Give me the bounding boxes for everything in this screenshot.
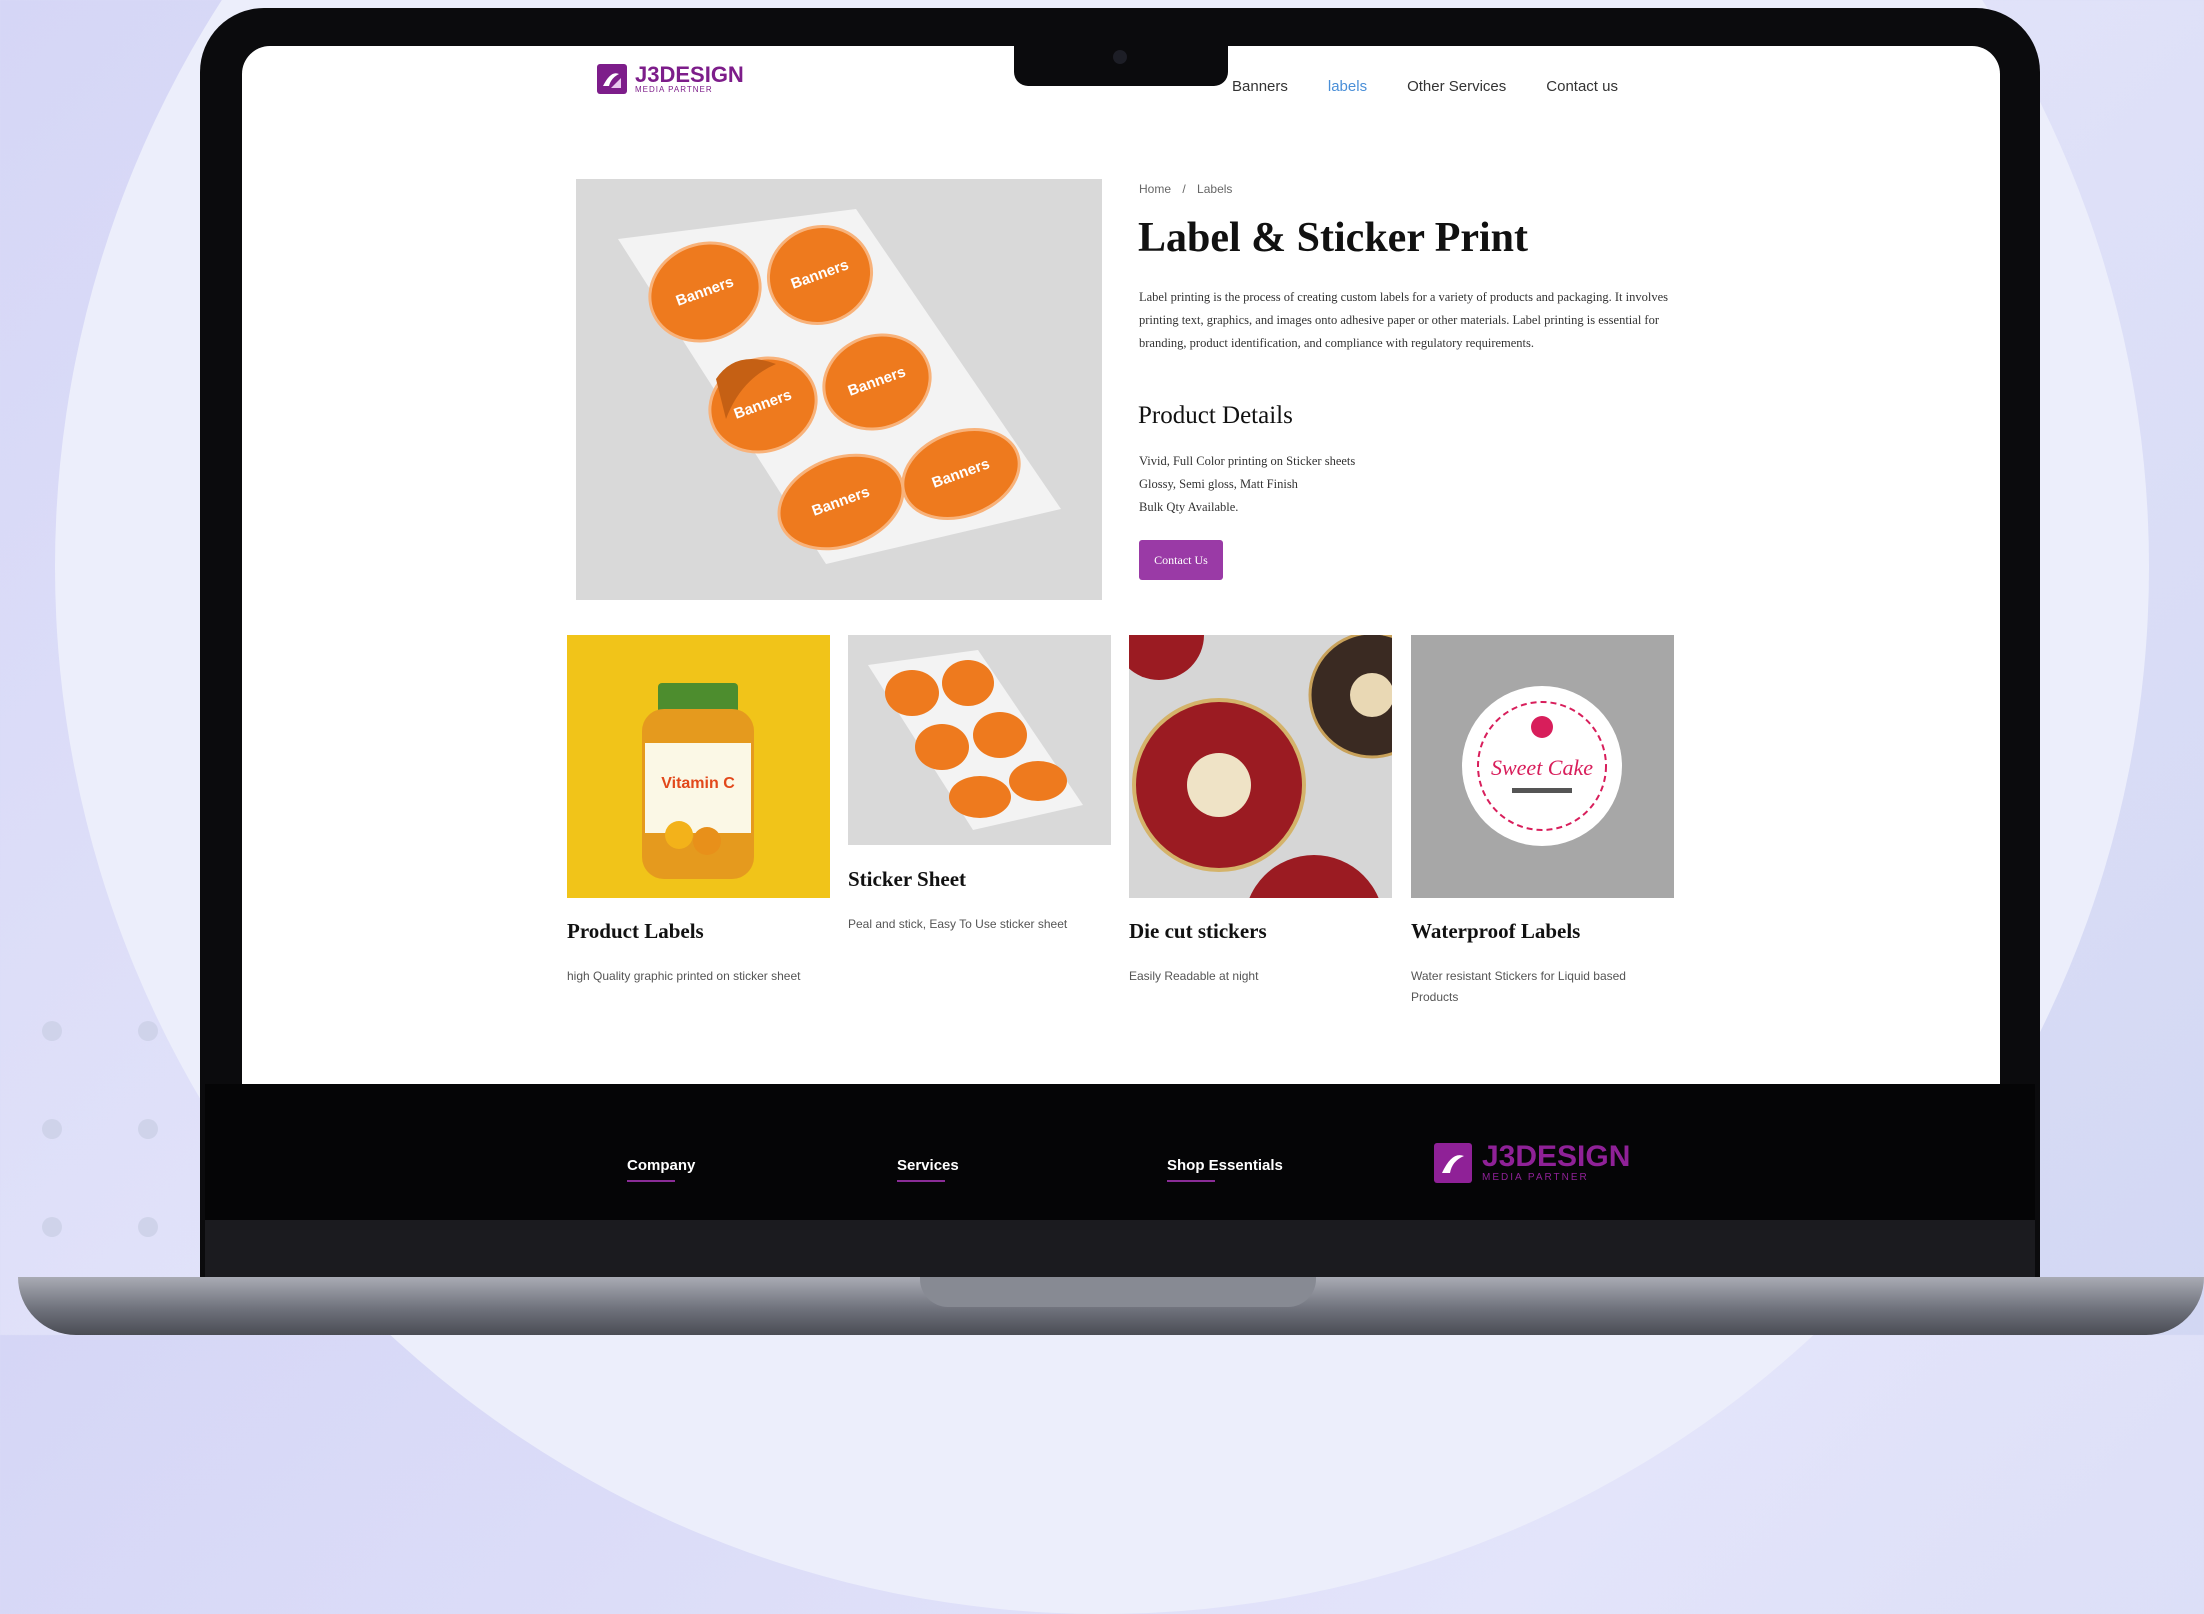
laptop-screen: J3DESIGN MEDIA PARTNER Banners labels Ot… (242, 46, 2000, 1084)
sticker-sheet-image[interactable] (848, 635, 1111, 845)
nav-item-labels[interactable]: labels (1328, 78, 1367, 95)
footer-logo[interactable]: J3DESIGN MEDIA PARTNER (1434, 1142, 1630, 1183)
card-desc-waterproof-labels: Water resistant Stickers for Liquid base… (1411, 969, 1626, 1004)
footer-underline (897, 1180, 945, 1182)
site-footer (205, 1084, 2035, 1220)
footer-underline (1167, 1180, 1215, 1182)
footer-logo-mark-icon (1434, 1142, 1472, 1183)
decor-dot (42, 1217, 62, 1237)
footer-logo-tagline: MEDIA PARTNER (1482, 1172, 1589, 1183)
breadcrumb-home[interactable]: Home (1139, 182, 1171, 196)
product-details-list: Vivid, Full Color printing on Sticker sh… (1139, 450, 1355, 519)
detail-item: Bulk Qty Available. (1139, 500, 1239, 514)
product-details-heading: Product Details (1138, 402, 1293, 429)
breadcrumb-separator: / (1182, 182, 1186, 196)
nav-item-banners[interactable]: Banners (1232, 78, 1288, 95)
svg-text:Vitamin C: Vitamin C (661, 775, 735, 792)
laptop-chin (205, 1220, 2035, 1280)
product-labels-image[interactable]: Vitamin C (567, 635, 830, 898)
nav-item-other-services[interactable]: Other Services (1407, 78, 1506, 95)
footer-underline (627, 1180, 675, 1182)
card-title-sticker-sheet[interactable]: Sticker Sheet (848, 867, 966, 892)
hero-sticker-sheet-image: Banners Banners Banners Banners Banners … (576, 179, 1102, 600)
nav-item-contact[interactable]: Contact us (1546, 78, 1618, 95)
main-nav: Banners labels Other Services Contact us (1232, 78, 1618, 95)
footer-link-shop-essentials[interactable]: Shop Essentials (1167, 1157, 1283, 1174)
card-desc-product-labels: high Quality graphic printed on sticker … (567, 969, 801, 983)
logo-tagline: MEDIA PARTNER (635, 85, 713, 94)
contact-us-button[interactable]: Contact Us (1139, 540, 1223, 580)
laptop-opening-notch (920, 1277, 1316, 1307)
page-title: Label & Sticker Print (1138, 215, 1529, 261)
logo-name: J3DESIGN (635, 62, 744, 87)
card-title-waterproof-labels[interactable]: Waterproof Labels (1411, 919, 1580, 944)
breadcrumb-current: Labels (1197, 182, 1233, 196)
footer-link-services[interactable]: Services (897, 1157, 959, 1174)
footer-logo-name: J3DESIGN (1482, 1140, 1631, 1173)
decor-dot (138, 1021, 158, 1041)
card-title-die-cut-stickers[interactable]: Die cut stickers (1129, 919, 1267, 944)
footer-link-company[interactable]: Company (627, 1157, 695, 1174)
webcam-icon (1113, 50, 1127, 64)
decor-dot (138, 1217, 158, 1237)
decor-dot (42, 1021, 62, 1041)
logo-mark-icon (597, 64, 627, 94)
page-description: Label printing is the process of creatin… (1139, 290, 1669, 350)
detail-item: Glossy, Semi gloss, Matt Finish (1139, 477, 1298, 491)
die-cut-stickers-image[interactable] (1129, 635, 1392, 898)
decor-dot (42, 1119, 62, 1139)
card-desc-die-cut-stickers: Easily Readable at night (1129, 969, 1259, 983)
waterproof-labels-image[interactable]: Sweet Cake (1411, 635, 1674, 898)
svg-text:Sweet Cake: Sweet Cake (1491, 755, 1593, 780)
detail-item: Vivid, Full Color printing on Sticker sh… (1139, 454, 1356, 468)
decor-dot (138, 1119, 158, 1139)
breadcrumb: Home / Labels (1139, 182, 1232, 196)
brand-logo[interactable]: J3DESIGN MEDIA PARTNER (597, 64, 744, 94)
card-title-product-labels[interactable]: Product Labels (567, 919, 704, 944)
card-desc-sticker-sheet: Peal and stick, Easy To Use sticker shee… (848, 917, 1068, 931)
